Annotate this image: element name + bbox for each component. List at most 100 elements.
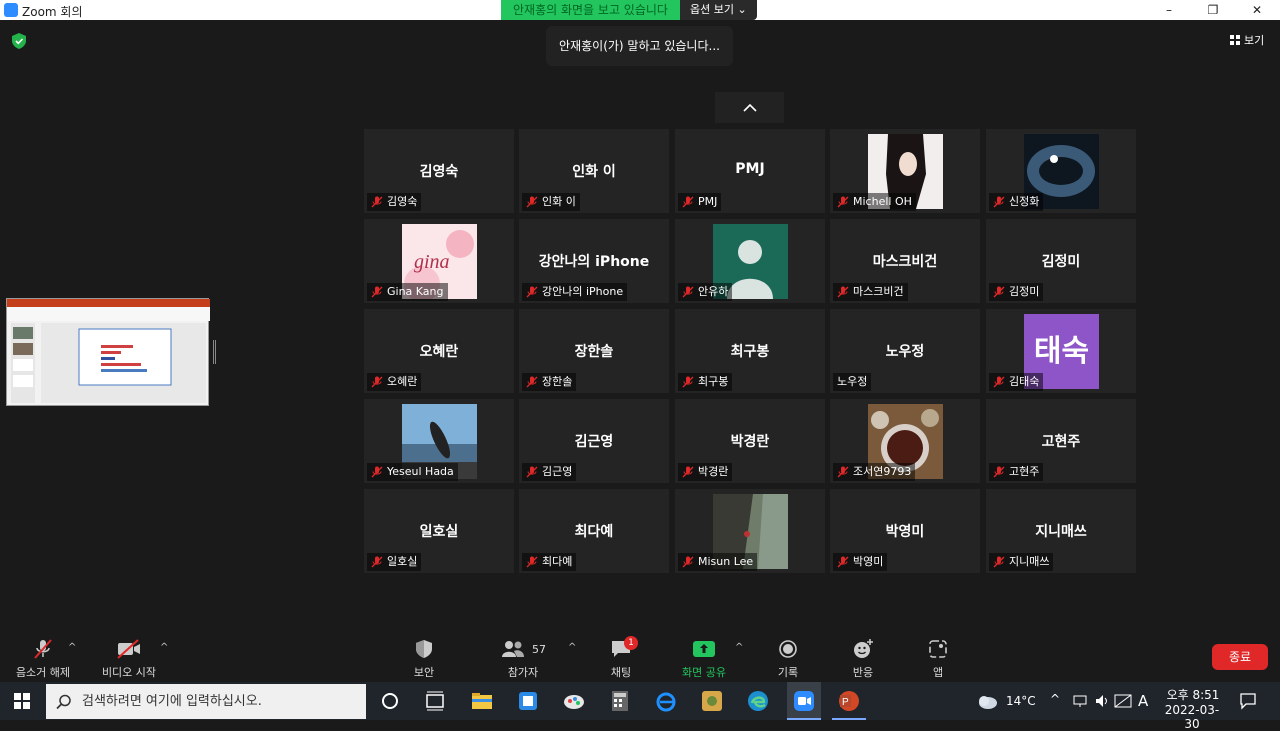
minimize-button[interactable]: – [1146, 0, 1192, 20]
page-up-button[interactable] [715, 92, 784, 123]
notification-center-icon[interactable] [1239, 692, 1257, 710]
video-options-caret[interactable]: ^ [160, 642, 168, 653]
muted-mic-icon [526, 286, 538, 298]
file-explorer-icon[interactable] [471, 690, 493, 712]
participant-tile[interactable]: Yeseul Hada [364, 399, 514, 483]
participant-tile[interactable]: 김근영 김근영 [519, 399, 669, 483]
muted-mic-icon [371, 376, 383, 388]
clock-date[interactable]: 2022-03-30 [1159, 703, 1225, 731]
audio-options-caret[interactable]: ^ [68, 642, 76, 653]
participant-tile[interactable]: 장한솔 장한솔 [519, 309, 669, 393]
participant-tile[interactable]: 최다예 최다예 [519, 489, 669, 573]
tray-expand-icon[interactable]: ^ [1050, 692, 1060, 706]
participant-name-label: 마스크비건 [833, 283, 908, 301]
apps-label: 앱 [932, 666, 944, 679]
participant-display-name: 오혜란 [419, 344, 459, 360]
paint-app-icon[interactable] [563, 690, 585, 712]
participant-tile[interactable]: 노우정 노우정 [830, 309, 980, 393]
apps-button[interactable]: 앱 [903, 638, 973, 680]
muted-mic-icon [526, 556, 538, 568]
participant-name-label: 김근영 [522, 463, 577, 481]
svg-text:P: P [842, 697, 849, 708]
participant-tile[interactable]: 김영숙 김영숙 [364, 129, 514, 213]
muted-mic-icon [682, 286, 694, 298]
muted-mic-icon [837, 466, 849, 478]
muted-mic-icon [526, 196, 538, 208]
network-icon[interactable] [1072, 693, 1088, 709]
record-button[interactable]: 기록 [753, 638, 823, 680]
participant-count: 57 [532, 642, 546, 656]
presentation-preview-icon [7, 299, 210, 403]
participants-options-caret[interactable]: ^ [568, 642, 576, 653]
end-meeting-button[interactable]: 종료 [1212, 644, 1268, 670]
participant-name-label: 인화 이 [522, 193, 580, 211]
encryption-shield-icon[interactable] [12, 33, 26, 49]
participants-button[interactable]: 57 참가자 [488, 638, 558, 680]
participant-tile[interactable]: PMJ PMJ [675, 129, 825, 213]
internet-explorer-icon[interactable] [655, 690, 677, 712]
zoom-app-icon [794, 691, 814, 711]
share-screen-button[interactable]: 화면 공유 [669, 638, 739, 680]
view-options-button[interactable]: 옵션 보기 ⌄ [679, 0, 757, 20]
task-view-icon[interactable] [424, 690, 446, 712]
participant-tile[interactable]: Misun Lee [675, 489, 825, 573]
view-button-label: 보기 [1244, 34, 1265, 47]
calculator-icon[interactable] [609, 690, 631, 712]
unmute-label: 음소거 해제 [15, 666, 71, 679]
participant-tile[interactable]: 강안나의 iPhone 강안나의 iPhone [519, 219, 669, 303]
store-app-icon[interactable] [517, 690, 539, 712]
security-shield-icon [416, 640, 432, 658]
edge-browser-icon[interactable] [747, 690, 769, 712]
windows-start-icon[interactable] [14, 693, 30, 709]
taskbar-search-box[interactable]: 검색하려면 여기에 입력하십시오. [46, 684, 366, 719]
participant-tile[interactable]: 인화 이 인화 이 [519, 129, 669, 213]
participant-tile[interactable]: 박경란 박경란 [675, 399, 825, 483]
participant-tile[interactable]: 안유하 [675, 219, 825, 303]
volume-icon[interactable] [1094, 693, 1110, 709]
powerpoint-taskbar-button[interactable]: P [832, 682, 866, 720]
panel-resize-handle[interactable] [213, 340, 216, 364]
participant-tile[interactable]: 일호실 일호실 [364, 489, 514, 573]
security-button[interactable]: 보안 [389, 638, 459, 680]
ime-korean-icon[interactable] [1114, 693, 1132, 709]
chevron-up-icon [742, 103, 757, 112]
clock-time[interactable]: 오후 8:51 [1162, 686, 1224, 703]
zoom-taskbar-button[interactable] [787, 682, 821, 720]
participant-tile[interactable]: 고현주 고현주 [986, 399, 1136, 483]
meeting-area: 안재홍이(가) 말하고 있습니다... 보기 김영숙 김영숙 인화 이 인화 이… [0, 20, 1280, 632]
participant-name-label: 장한솔 [522, 373, 577, 391]
input-language-indicator[interactable]: A [1138, 692, 1148, 710]
participant-name-label: 오혜란 [367, 373, 422, 391]
restore-button[interactable]: ❐ [1190, 0, 1236, 20]
view-button[interactable]: 보기 [1230, 32, 1264, 48]
photos-app-icon[interactable] [701, 690, 723, 712]
weather-cloud-icon[interactable] [976, 690, 998, 712]
participant-tile[interactable]: 태숙 김태숙 [986, 309, 1136, 393]
participant-tile[interactable]: 박영미 박영미 [830, 489, 980, 573]
close-button[interactable]: ✕ [1234, 0, 1280, 20]
participant-tile[interactable]: 김정미 김정미 [986, 219, 1136, 303]
participant-tile[interactable]: 오혜란 오혜란 [364, 309, 514, 393]
muted-mic-icon [993, 286, 1005, 298]
participant-tile[interactable]: 지니매쓰 지니매쓰 [986, 489, 1136, 573]
participant-tile[interactable]: 조서연9793 [830, 399, 980, 483]
participant-tile[interactable]: gina Gina Kang [364, 219, 514, 303]
participant-tile[interactable]: Michell OH [830, 129, 980, 213]
windows-taskbar: 검색하려면 여기에 입력하십시오. P 14°C ^ A 오후 8:51 202… [0, 682, 1280, 731]
weather-temperature[interactable]: 14°C [1006, 694, 1036, 708]
share-options-caret[interactable]: ^ [735, 642, 743, 653]
muted-mic-icon [993, 556, 1005, 568]
reactions-label: 반응 [852, 666, 874, 679]
cortana-icon[interactable] [379, 690, 401, 712]
muted-mic-icon [837, 196, 849, 208]
participant-tile[interactable]: 신정화 [986, 129, 1136, 213]
chat-button[interactable]: 1 채팅 [586, 636, 656, 680]
participant-name-label: 조서연9793 [833, 463, 916, 481]
participant-display-name: 김근영 [574, 434, 614, 450]
start-video-button[interactable]: 비디오 시작 [94, 638, 164, 680]
participant-display-name: 인화 이 [572, 164, 616, 180]
shared-screen-thumbnail[interactable] [6, 298, 210, 406]
reactions-button[interactable]: 반응 [828, 638, 898, 680]
participant-tile[interactable]: 마스크비건 마스크비건 [830, 219, 980, 303]
participant-tile[interactable]: 최구봉 최구봉 [675, 309, 825, 393]
